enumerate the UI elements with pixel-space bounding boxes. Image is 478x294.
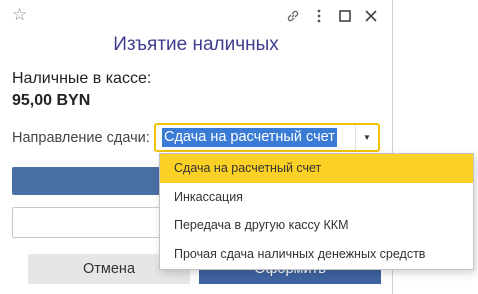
dropdown-option-other[interactable]: Прочая сдача наличных денежных средств <box>160 240 473 269</box>
link-icon[interactable] <box>280 6 306 26</box>
dropdown-option-collection[interactable]: Инкассация <box>160 183 473 212</box>
dialog-title: Изъятие наличных <box>113 34 279 55</box>
dropdown-option-transfer[interactable]: Передача в другую кассу ККМ <box>160 211 473 240</box>
more-icon[interactable] <box>306 6 332 26</box>
direction-label: Направление сдачи: <box>12 130 150 146</box>
cash-label: Наличные в кассе: <box>12 70 152 87</box>
direction-select[interactable]: Сдача на расчетный счет ▼ <box>154 123 380 152</box>
maximize-icon[interactable] <box>332 6 358 26</box>
dropdown-option-bank-account[interactable]: Сдача на расчетный счет <box>160 154 473 183</box>
close-icon[interactable] <box>358 6 384 26</box>
chevron-down-icon[interactable]: ▼ <box>355 125 378 150</box>
window-controls <box>280 6 384 26</box>
star-icon[interactable]: ☆ <box>12 5 27 25</box>
direction-selected-value: Сдача на расчетный счет <box>162 128 337 147</box>
cash-value: 95,00 BYN <box>12 92 91 109</box>
direction-dropdown-list: Сдача на расчетный счет Инкассация Перед… <box>159 153 474 270</box>
